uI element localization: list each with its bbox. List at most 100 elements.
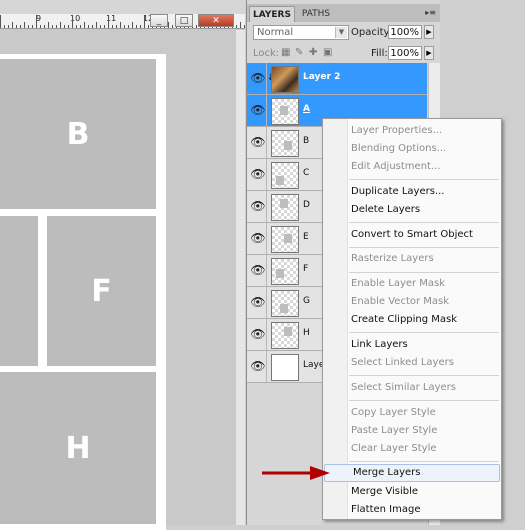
menu-item-create-clipping-mask[interactable]: Create Clipping Mask [323, 311, 501, 329]
ruler-tick [136, 25, 137, 28]
ruler-tick [148, 25, 149, 28]
menu-item-merge-visible[interactable]: Merge Visible [323, 483, 501, 501]
cell-f: F [47, 216, 156, 366]
ruler-tick [52, 25, 53, 28]
layer-thumbnail[interactable] [271, 258, 299, 285]
ruler-tick [112, 25, 113, 28]
document-window: 9 10 11 12 _ □ ✕ B F H [0, 0, 245, 530]
visibility-eye-icon[interactable]: 👁 [250, 287, 267, 318]
menu-separator [349, 246, 499, 248]
visibility-eye-icon[interactable]: 👁 [250, 351, 267, 382]
ruler-tick [20, 25, 21, 28]
tab-paths[interactable]: PATHS [297, 6, 335, 22]
ruler-tick [36, 15, 37, 28]
thumbnail-shape [276, 269, 284, 278]
ruler-tick [92, 25, 93, 28]
menu-separator [349, 399, 499, 401]
lock-position-icon[interactable]: ✚ [309, 48, 319, 58]
layer-thumbnail[interactable] [271, 130, 299, 157]
menu-item-rasterize-layers: Rasterize Layers [351, 253, 434, 265]
visibility-eye-icon[interactable]: 👁 [250, 223, 267, 254]
opacity-field[interactable]: 100% [388, 25, 422, 39]
menu-separator [349, 460, 499, 462]
menu-item-link-layers[interactable]: Link Layers [323, 336, 501, 354]
ruler-tick [80, 25, 81, 28]
red-arrow-annotation [262, 466, 330, 480]
blend-mode-value: Normal [257, 27, 294, 38]
cell-h: H [0, 372, 156, 524]
layer-name[interactable]: A [303, 104, 310, 114]
layer-name[interactable]: C [303, 168, 309, 178]
ruler-tick [76, 25, 77, 28]
menu-item-duplicate-layers[interactable]: Duplicate Layers... [323, 183, 501, 201]
visibility-eye-icon[interactable]: 👁 [250, 191, 267, 222]
layer-name[interactable]: G [303, 296, 310, 306]
layer-thumbnail[interactable] [271, 162, 299, 189]
menu-item-delete-layers[interactable]: Delete Layers [323, 201, 501, 219]
visibility-eye-icon[interactable]: 👁 [250, 63, 267, 94]
ruler-tick [40, 25, 41, 28]
menu-item-merge-layers[interactable]: Merge Layers [324, 464, 500, 483]
visibility-eye-icon[interactable]: 👁 [250, 255, 267, 286]
layer-name[interactable]: H [303, 328, 310, 338]
thumbnail-shape [280, 106, 288, 115]
layer-name[interactable]: F [303, 264, 308, 274]
panel-menu-icon[interactable]: ▸≡ [425, 8, 436, 17]
ruler-tick [60, 22, 61, 28]
menu-separator [349, 179, 499, 181]
minimize-button[interactable]: _ [150, 14, 168, 27]
layer-thumbnail[interactable] [271, 98, 299, 125]
visibility-eye-icon[interactable]: 👁 [250, 159, 267, 190]
close-button[interactable]: ✕ [198, 14, 234, 27]
opacity-dropdown-icon[interactable]: ▶ [424, 25, 434, 39]
layer-thumbnail[interactable] [271, 66, 299, 93]
thumbnail-shape [280, 304, 288, 313]
visibility-eye-icon[interactable]: 👁 [250, 95, 267, 126]
layer-row[interactable]: 👁↓Layer 2 [247, 63, 427, 95]
layer-name[interactable]: Layer 2 [303, 72, 340, 82]
tab-layers[interactable]: LAYERS [249, 6, 295, 22]
ruler-tick [4, 25, 5, 28]
menu-item-enable-vector-mask: Enable Vector Mask [351, 296, 450, 308]
ruler-tick [12, 22, 13, 28]
document-scrollbar[interactable] [236, 30, 245, 525]
visibility-eye-icon[interactable]: 👁 [250, 127, 267, 158]
layer-name[interactable]: E [303, 232, 309, 242]
menu-item-blending-options: Blending Options... [351, 143, 447, 155]
ruler-tick [64, 25, 65, 28]
menu-item-convert-to-smart-object[interactable]: Convert to Smart Object [323, 226, 501, 244]
layer-thumbnail[interactable] [271, 290, 299, 317]
layer-name[interactable]: D [303, 200, 310, 210]
lock-image-icon[interactable]: ✎ [295, 48, 305, 58]
layer-thumbnail[interactable] [271, 322, 299, 349]
document-canvas[interactable]: B F H [0, 30, 245, 530]
layer-thumbnail[interactable] [271, 226, 299, 253]
ruler-tick [100, 25, 101, 28]
ruler-tick [108, 15, 109, 28]
menu-separator [349, 271, 499, 273]
visibility-eye-icon[interactable]: 👁 [250, 319, 267, 350]
menu-item-enable-layer-mask: Enable Layer Mask [351, 278, 446, 290]
ruler-tick [84, 22, 85, 28]
layer-thumbnail[interactable] [271, 194, 299, 221]
lock-label: Lock: [253, 48, 280, 59]
restore-button[interactable]: □ [175, 14, 193, 27]
layer-thumbnail[interactable] [271, 354, 299, 381]
ruler-tick [96, 22, 97, 28]
ruler-tick [44, 25, 45, 28]
document-titlebar [0, 0, 245, 14]
fill-label: Fill: [371, 48, 388, 59]
cell-label: F [91, 273, 112, 309]
ruler-tick [120, 22, 121, 28]
layer-name[interactable]: B [303, 136, 309, 146]
cell-label: H [65, 430, 91, 466]
lock-all-icon[interactable]: ▣ [323, 48, 333, 58]
context-menu: Layer Properties... Blending Options... Ed… [322, 118, 502, 520]
fill-field[interactable]: 100% [388, 46, 422, 60]
blend-mode-select[interactable]: Normal ▼ [253, 25, 349, 40]
ruler-tick [56, 25, 57, 28]
panel-tab-bar: LAYERS PATHS ▸≡ [247, 4, 440, 22]
fill-dropdown-icon[interactable]: ▶ [424, 46, 434, 60]
lock-transparent-icon[interactable]: ▦ [281, 48, 291, 58]
menu-item-flatten-image[interactable]: Flatten Image [323, 501, 501, 519]
